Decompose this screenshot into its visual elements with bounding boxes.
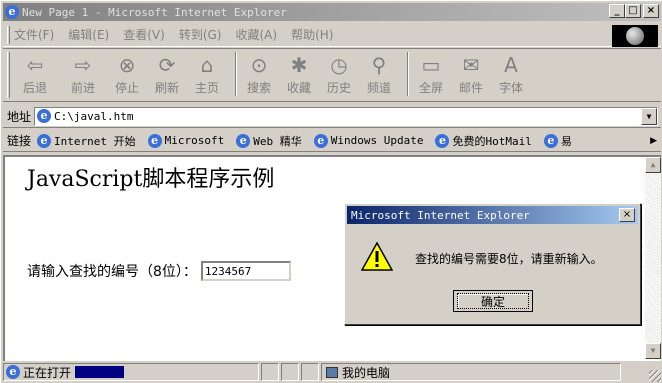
status-text: 正在打开	[23, 365, 72, 380]
progress-bar	[75, 366, 125, 378]
number-input[interactable]	[200, 261, 291, 281]
link-hotmail[interactable]: e 免费的HotMail	[433, 133, 532, 149]
favorites-icon: ✱	[290, 53, 308, 77]
maximize-button[interactable]: □	[625, 4, 641, 18]
forward-button[interactable]: ⇨ 前进	[62, 52, 104, 96]
ok-label: 确定	[480, 294, 505, 309]
scroll-down-icon[interactable]: ▼	[645, 343, 661, 359]
ie-status-icon: e	[6, 365, 20, 379]
ie-link-icon: e	[543, 133, 558, 148]
toolbar-grip[interactable]	[7, 52, 10, 98]
resize-grip[interactable]	[649, 370, 661, 382]
minimize-button[interactable]: _	[609, 4, 625, 18]
back-button[interactable]: ⇦ 后退	[14, 52, 56, 96]
channels-icon: ⚲	[371, 53, 387, 77]
channels-button[interactable]: ⚲ 频道	[362, 52, 396, 96]
ie-logo-icon: e	[5, 5, 19, 19]
page-icon: e	[37, 109, 52, 123]
browser-window: e New Page 1 - Microsoft Internet Explor…	[0, 0, 662, 383]
vertical-scrollbar[interactable]: ▲ ▼	[645, 157, 661, 359]
history-button[interactable]: ◷ 历史	[322, 52, 356, 96]
status-pane	[301, 363, 319, 381]
address-input[interactable]: e C:\javal.htm ▼	[34, 106, 658, 126]
link-more[interactable]: e易	[542, 133, 572, 149]
mail-icon: ✉	[462, 53, 480, 77]
search-button[interactable]: ⊙ 搜索	[242, 52, 276, 96]
address-value: C:\javal.htm	[54, 109, 134, 123]
refresh-button[interactable]: ⟳ 刷新	[150, 52, 184, 96]
search-icon: ⊙	[250, 53, 268, 77]
computer-icon	[326, 366, 338, 378]
arrow-left-icon: ⇦	[26, 53, 44, 77]
chevron-right-icon[interactable]: ▶	[650, 136, 657, 146]
status-bar: e 正在打开 我的电脑	[3, 362, 661, 382]
ok-button[interactable]: 确定	[453, 290, 533, 312]
standard-toolbar: ⇦ 后退 ⇨ 前进 ⊗ 停止 ⟳ 刷新 ⌂ 主页 ⊙ 搜索 ✱ 收藏 ◷ 历史 …	[3, 48, 661, 102]
close-button[interactable]: ×	[643, 4, 659, 18]
history-icon: ◷	[330, 53, 348, 77]
stop-icon: ⊗	[118, 53, 136, 77]
prompt-line: 请输入查找的编号（8位）：	[27, 261, 291, 281]
dialog-title-bar[interactable]: Microsoft Internet Explorer	[347, 206, 638, 224]
font-icon: A	[504, 53, 518, 77]
font-button[interactable]: A 字体	[494, 52, 528, 96]
zone-pane: 我的电脑	[321, 363, 621, 381]
status-main-pane: e 正在打开	[3, 363, 259, 381]
alert-dialog: Microsoft Internet Explorer × 查找的编号需要8位，…	[344, 203, 641, 325]
menu-edit[interactable]: 编辑(E)	[68, 26, 109, 43]
scroll-up-icon[interactable]: ▲	[645, 157, 661, 173]
dialog-title: Microsoft Internet Explorer	[351, 208, 530, 222]
links-bar: 链接 e Internet 开始 e Microsoft e Web 精华 e Wind…	[3, 130, 661, 152]
address-label: 地址	[7, 109, 32, 124]
ie-link-icon: e	[37, 133, 52, 148]
page-heading: JavaScript脚本程序示例	[27, 167, 275, 192]
link-web-highlights[interactable]: e Web 精华	[234, 133, 302, 149]
link-windows-update[interactable]: e Windows Update	[312, 133, 423, 148]
dialog-close-button[interactable]: ×	[619, 208, 635, 222]
ie-link-icon: e	[236, 133, 251, 148]
chevron-down-icon[interactable]: ▼	[641, 107, 657, 125]
warning-icon	[361, 242, 393, 271]
link-microsoft[interactable]: e Microsoft	[146, 133, 224, 148]
refresh-icon: ⟳	[158, 53, 176, 77]
prompt-label: 请输入查找的编号（8位）：	[27, 264, 197, 280]
home-button[interactable]: ⌂ 主页	[190, 52, 224, 96]
toolbar-separator	[235, 52, 237, 96]
zone-text: 我的电脑	[342, 365, 391, 380]
window-title: New Page 1 - Microsoft Internet Explorer	[22, 5, 287, 19]
link-internet-start[interactable]: e Internet 开始	[35, 133, 136, 149]
menu-bar: 文件(F) 编辑(E) 查看(V) 转到(G) 收藏(A) 帮助(H)	[3, 23, 661, 47]
fullscreen-button[interactable]: ▭ 全屏	[414, 52, 448, 96]
menu-help[interactable]: 帮助(H)	[291, 26, 333, 43]
toolbar-separator	[407, 52, 409, 96]
stop-button[interactable]: ⊗ 停止	[110, 52, 144, 96]
globe-icon	[626, 27, 644, 45]
home-icon: ⌂	[200, 53, 214, 77]
menubar-grip[interactable]	[7, 25, 10, 44]
fullscreen-icon: ▭	[421, 53, 441, 77]
ie-link-icon: e	[147, 133, 162, 148]
menu-favorites[interactable]: 收藏(A)	[235, 26, 277, 43]
dialog-message: 查找的编号需要8位，请重新输入。	[415, 252, 603, 266]
menu-view[interactable]: 查看(V)	[123, 26, 165, 43]
mail-button[interactable]: ✉ 邮件	[454, 52, 488, 96]
status-pane	[281, 363, 299, 381]
title-bar[interactable]: e New Page 1 - Microsoft Internet Explor…	[3, 3, 661, 21]
ie-throbber	[612, 25, 658, 47]
status-pane	[261, 363, 279, 381]
ie-link-icon: e	[435, 133, 450, 148]
menu-file[interactable]: 文件(F)	[14, 26, 54, 43]
favorites-button[interactable]: ✱ 收藏	[282, 52, 316, 96]
links-label: 链接	[7, 134, 32, 148]
address-bar: 地址 e C:\javal.htm ▼	[3, 105, 661, 128]
ie-link-icon: e	[313, 133, 328, 148]
arrow-right-icon: ⇨	[74, 53, 92, 77]
menu-go[interactable]: 转到(G)	[179, 26, 222, 43]
